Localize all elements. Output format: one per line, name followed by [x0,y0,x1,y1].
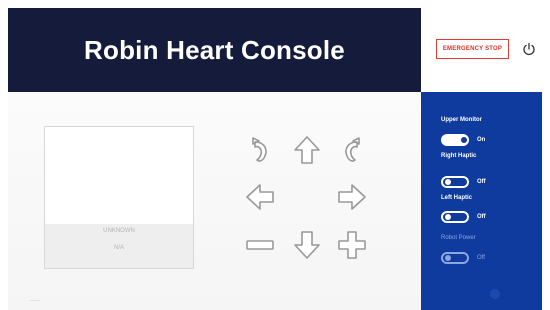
plus-icon[interactable] [336,229,368,261]
page-title: Robin Heart Console [84,34,345,65]
arrow-down-icon[interactable] [291,229,323,261]
upper-monitor-label: Upper Monitor [441,117,482,123]
upper-monitor-state: On [477,137,486,143]
right-haptic-state: Off [477,179,486,185]
preview-status-text: UNKNOWN [103,228,135,234]
left-haptic-label: Left Haptic [441,195,473,201]
robot-power-label: Robot Power [441,235,476,241]
right-haptic-toggle[interactable] [441,176,469,188]
left-haptic-state: Off [477,214,486,220]
device-panel: Upper Monitor On Right Haptic Off Left H… [421,92,542,310]
robot-power-state: Off [477,255,485,261]
arrow-right-icon[interactable] [336,181,368,213]
robot-power-toggle[interactable] [441,252,469,264]
toggle-knob [445,214,451,220]
arrow-up-icon[interactable] [291,134,323,166]
toggle-knob [445,255,451,261]
left-haptic-toggle[interactable] [441,211,469,223]
top-controls: EMERGENCY STOP [421,8,542,92]
power-icon[interactable] [521,41,537,57]
arrow-left-icon[interactable] [244,181,276,213]
camera-preview: UNKNOWN N/A [44,126,194,269]
emergency-stop-button[interactable]: EMERGENCY STOP [436,39,509,59]
preview-value-text: N/A [113,245,124,251]
upper-monitor-toggle[interactable] [441,134,469,146]
toggle-knob [461,137,467,143]
panel-indicator-dot [490,289,500,299]
header-banner: Robin Heart Console [8,8,421,92]
right-haptic-label: Right Haptic [441,153,477,159]
minus-icon[interactable] [244,229,276,261]
footer-mark [30,300,40,301]
rotate-ccw-arrow-icon[interactable] [244,134,276,166]
toggle-knob [445,179,451,185]
rotate-cw-arrow-icon[interactable] [336,134,368,166]
